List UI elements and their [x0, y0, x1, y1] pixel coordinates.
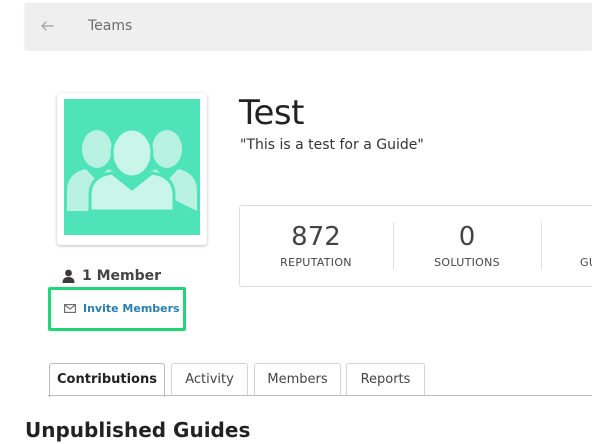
breadcrumb-teams-link[interactable]: Teams	[88, 3, 132, 49]
stat-reputation: 872 REPUTATION	[240, 206, 392, 286]
stat-value: 872	[291, 222, 341, 252]
invite-members-label: Invite Members	[83, 302, 180, 315]
stat-solutions: 0 SOLUTIONS	[394, 206, 540, 286]
tabs-divider	[48, 395, 592, 396]
tab-activity[interactable]: Activity	[171, 363, 248, 395]
envelope-icon	[64, 304, 76, 313]
stat-label: REPUTATION	[280, 256, 352, 269]
tab-members[interactable]: Members	[254, 363, 341, 395]
tab-reports[interactable]: Reports	[346, 363, 425, 395]
team-avatar-card	[57, 93, 207, 245]
stat-label: SOLUTIONS	[434, 256, 500, 269]
stat-value: 0	[458, 222, 476, 252]
invite-members-button[interactable]: Invite Members	[48, 287, 186, 331]
stat-label: GU	[580, 256, 592, 269]
member-count-label: 1 Member	[82, 268, 162, 284]
breadcrumb: Teams	[25, 3, 592, 49]
user-icon	[62, 269, 75, 283]
stat-guides: GU	[542, 206, 592, 286]
team-stats: 872 REPUTATION 0 SOLUTIONS GU	[239, 205, 592, 287]
tab-contributions[interactable]: Contributions	[49, 363, 165, 397]
group-silhouette-icon	[64, 99, 200, 235]
section-heading: Unpublished Guides	[25, 418, 251, 442]
team-description: "This is a test for a Guide"	[240, 137, 424, 153]
team-name: Test	[239, 93, 304, 133]
arrow-left-icon[interactable]	[40, 19, 54, 33]
